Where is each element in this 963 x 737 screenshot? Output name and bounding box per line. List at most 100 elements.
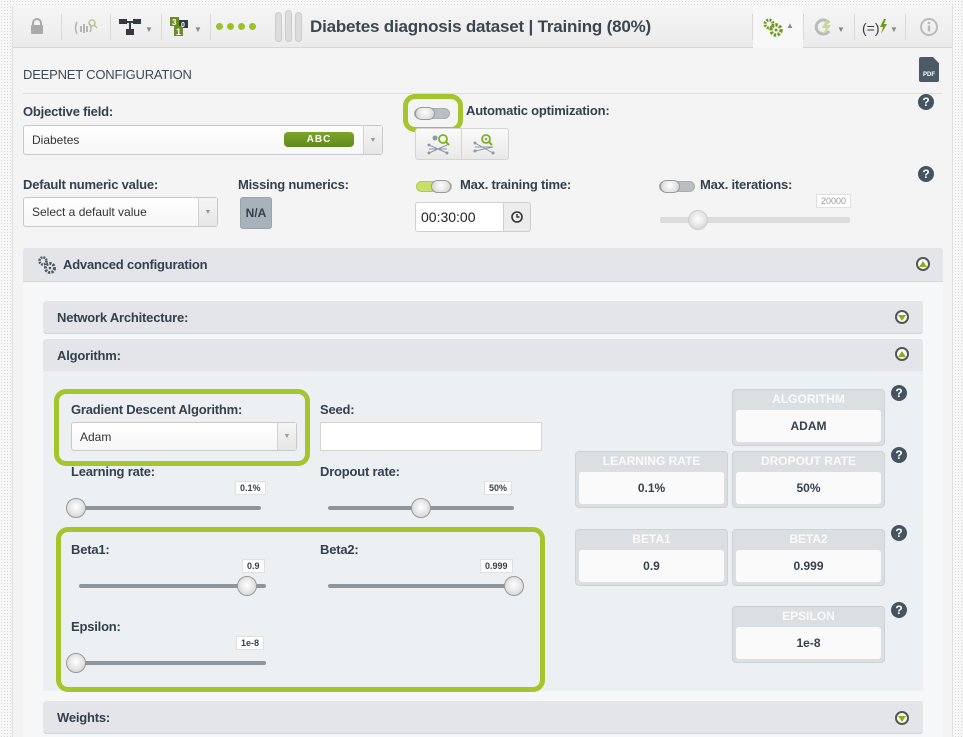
pdf-download-icon[interactable]: PDF [919, 57, 939, 82]
info-button[interactable] [906, 6, 952, 48]
card-value: 0.999 [736, 550, 881, 582]
counter-icon: 3 0 1 [170, 16, 189, 37]
svg-text:1: 1 [176, 27, 181, 37]
gears-icon [38, 255, 56, 274]
dropout-rate-slider[interactable] [328, 498, 514, 518]
chevron-down-icon: ▼ [145, 25, 153, 34]
chevron-up-icon: ▲ [786, 21, 794, 30]
help-icon[interactable]: ? [918, 166, 934, 182]
help-icon[interactable]: ? [918, 94, 934, 110]
summary-card-beta2: BETA2 0.999 [732, 529, 885, 586]
summary-card-epsilon: EPSILON 1e-8 [732, 606, 885, 663]
summary-card-learning-rate: LEARNING RATE 0.1% [575, 451, 728, 508]
svg-text:0: 0 [181, 22, 185, 29]
learning-rate-value: 0.1% [235, 481, 266, 495]
objective-field-label: Objective field: [23, 104, 113, 119]
epsilon-slider[interactable] [66, 653, 266, 673]
optiml-button[interactable]: ▼ [804, 6, 854, 48]
summary-card-dropout-rate: DROPOUT RATE 50% [732, 451, 885, 508]
section-title: DEEPNET CONFIGURATION [23, 67, 192, 82]
max-training-time-input[interactable]: 00:30:00 [415, 202, 504, 232]
max-iterations-label: Max. iterations: [700, 177, 793, 192]
card-header: LEARNING RATE [602, 454, 701, 468]
algorithm-header[interactable]: Algorithm: [43, 339, 923, 372]
chevron-down-icon: ▼ [363, 126, 382, 154]
dropout-rate-label: Dropout rate: [320, 464, 400, 479]
card-header: EPSILON [782, 609, 835, 623]
time-picker-button[interactable] [503, 202, 531, 232]
optiml-icon [814, 18, 832, 35]
formula-icon: (=) [862, 18, 888, 36]
page-title: Diabetes diagnosis dataset | Training (8… [310, 16, 651, 36]
automatic-optimization-toggle[interactable] [414, 107, 450, 120]
card-header: BETA2 [789, 532, 828, 546]
weights-header[interactable]: Weights: [43, 701, 923, 734]
max-iterations-slider[interactable] [660, 210, 850, 230]
help-icon[interactable]: ? [891, 525, 907, 541]
summary-card-algorithm: ALGORITHM ADAM [732, 389, 885, 446]
help-icon[interactable]: ? [891, 447, 907, 463]
slider-thumb[interactable] [66, 498, 86, 518]
network-architecture-header[interactable]: Network Architecture: [43, 301, 923, 334]
learning-rate-slider[interactable] [66, 498, 261, 518]
slider-thumb[interactable] [688, 210, 708, 230]
card-header: ALGORITHM [772, 392, 845, 406]
optimize-config-button[interactable] [415, 128, 462, 160]
card-value: 50% [736, 472, 881, 504]
max-training-time-toggle[interactable] [416, 180, 452, 193]
epsilon-label: Epsilon: [71, 619, 121, 634]
gradient-descent-value: Adam [80, 429, 112, 444]
missing-numerics-button[interactable]: N/A [240, 197, 272, 229]
objective-field-value: Diabetes [32, 133, 80, 147]
default-numeric-select[interactable]: Select a default value ▼ [23, 197, 218, 227]
counter-menu[interactable]: 3 0 1 ▼ [162, 6, 210, 48]
slider-thumb[interactable] [237, 576, 258, 596]
advanced-configuration-panel: Advanced configuration Network Architect… [23, 248, 943, 737]
help-icon[interactable]: ? [891, 602, 907, 618]
chevron-down-icon: ▼ [890, 25, 898, 34]
default-numeric-placeholder: Select a default value [32, 205, 147, 219]
beta1-label: Beta1: [71, 542, 110, 557]
advanced-configuration-header[interactable]: Advanced configuration [23, 248, 943, 282]
card-value: 1e-8 [736, 627, 881, 659]
progress-dots [211, 6, 261, 48]
collapse-icon[interactable] [916, 257, 930, 271]
expand-icon[interactable] [895, 310, 909, 324]
gradient-descent-select[interactable]: Adam ▼ [71, 422, 297, 451]
seed-label: Seed: [320, 402, 355, 417]
card-value: ADAM [736, 410, 881, 442]
network-search-icon [473, 134, 495, 155]
lock-button[interactable] [13, 6, 61, 48]
card-header: DROPOUT RATE [760, 454, 857, 468]
help-icon[interactable]: ? [891, 385, 907, 401]
max-training-time-label: Max. training time: [460, 177, 572, 192]
slider-thumb[interactable] [504, 576, 524, 596]
beta2-slider[interactable] [328, 576, 524, 596]
slider-thumb[interactable] [411, 498, 431, 518]
expand-icon[interactable] [895, 711, 909, 725]
chevron-down-icon: ▼ [194, 25, 202, 34]
max-iterations-value: 20000 [816, 194, 852, 208]
info-icon [920, 17, 938, 36]
beta1-slider[interactable] [79, 576, 266, 596]
collapse-icon[interactable] [895, 347, 909, 361]
optimize-search-button[interactable] [462, 128, 509, 160]
card-value: 0.9 [579, 550, 724, 582]
optimization-buttons [415, 128, 509, 160]
chevron-down-icon: ▼ [198, 198, 217, 226]
configure-button[interactable]: ▲ [753, 5, 803, 48]
epsilon-value: 1e-8 [236, 636, 265, 650]
slider-thumb[interactable] [66, 653, 86, 673]
highlight-box [56, 527, 545, 692]
card-header: BETA1 [632, 532, 671, 546]
dataset-search-button[interactable] [62, 6, 110, 48]
seed-input[interactable] [320, 422, 542, 451]
dataset-search-icon [74, 18, 98, 34]
formula-button[interactable]: (=) ▼ [855, 6, 905, 48]
objective-field-select[interactable]: Diabetes ABC ▼ [23, 125, 383, 155]
max-iterations-toggle[interactable] [659, 180, 695, 193]
model-type-menu[interactable]: ▼ [111, 6, 161, 48]
gradient-descent-label: Gradient Descent Algorithm: [71, 402, 243, 417]
network-architecture-title: Network Architecture: [57, 310, 189, 325]
svg-text:(=): (=) [862, 20, 880, 36]
